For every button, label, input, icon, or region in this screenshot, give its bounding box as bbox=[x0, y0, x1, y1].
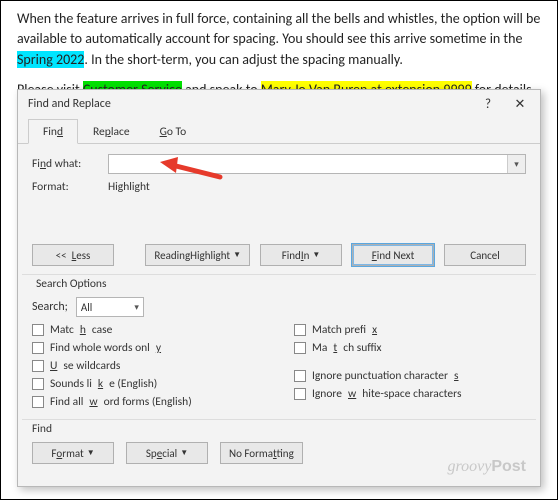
checkbox-wildcards[interactable]: Use wildcards bbox=[32, 359, 264, 373]
close-button[interactable]: ✕ bbox=[504, 93, 536, 115]
no-formatting-button[interactable]: No Formatting bbox=[220, 442, 303, 464]
reading-highlight-button[interactable]: Reading Highlight▼ bbox=[145, 244, 250, 266]
special-button[interactable]: Special▼ bbox=[126, 442, 208, 464]
dialog-tabs: Find Replace Go To bbox=[18, 118, 540, 144]
watermark-brand: groovyPost bbox=[447, 458, 526, 476]
tab-replace[interactable]: Replace bbox=[78, 119, 145, 144]
find-section-header: Find bbox=[32, 422, 526, 436]
chevron-down-icon: ▾ bbox=[134, 302, 139, 313]
find-next-button[interactable]: Find Next bbox=[352, 244, 434, 266]
search-options-header: Search Options bbox=[22, 274, 536, 295]
format-value: Highlight bbox=[108, 180, 150, 194]
doc-text: When the feature arrives in full force, … bbox=[17, 10, 540, 47]
checkbox-whole-words[interactable]: Find whole words only bbox=[32, 341, 264, 355]
tab-goto[interactable]: Go To bbox=[145, 119, 202, 144]
find-replace-dialog: Find and Replace ? ✕ Find Replace Go To … bbox=[17, 89, 541, 487]
format-button[interactable]: Format▼ bbox=[32, 442, 114, 464]
help-button[interactable]: ? bbox=[472, 93, 504, 115]
format-label: Format: bbox=[32, 180, 108, 194]
doc-text: . In the short-term, you can adjust the … bbox=[84, 51, 402, 68]
find-in-button[interactable]: Find In▼ bbox=[260, 244, 342, 266]
checkbox-sounds-like[interactable]: Sounds like (English) bbox=[32, 377, 264, 391]
find-what-label: Find what: bbox=[32, 157, 108, 171]
checkbox-ignore-whitespace[interactable]: Ignore white-space characters bbox=[294, 387, 526, 401]
checkbox-match-suffix[interactable]: Match suffix bbox=[294, 341, 526, 355]
checkbox-all-word-forms[interactable]: Find all word forms (English) bbox=[32, 395, 264, 409]
checkbox-ignore-punctuation[interactable]: Ignore punctuation characters bbox=[294, 369, 526, 383]
less-button[interactable]: << Less bbox=[32, 244, 114, 266]
search-direction-label: Search; bbox=[32, 300, 68, 314]
document-body: When the feature arrives in full force, … bbox=[1, 1, 557, 100]
search-direction-select[interactable]: All ▾ bbox=[76, 297, 144, 317]
tab-find[interactable]: Find bbox=[28, 119, 78, 144]
find-what-input[interactable]: ▾ bbox=[108, 154, 526, 174]
chevron-down-icon[interactable]: ▾ bbox=[507, 155, 525, 173]
highlighted-text-cyan: Spring 2022 bbox=[17, 51, 84, 68]
checkbox-match-case[interactable]: Match case bbox=[32, 323, 264, 337]
dialog-title: Find and Replace bbox=[28, 97, 472, 111]
dialog-titlebar[interactable]: Find and Replace ? ✕ bbox=[18, 90, 540, 118]
cancel-button[interactable]: Cancel bbox=[444, 244, 526, 266]
checkbox-match-prefix[interactable]: Match prefix bbox=[294, 323, 526, 337]
